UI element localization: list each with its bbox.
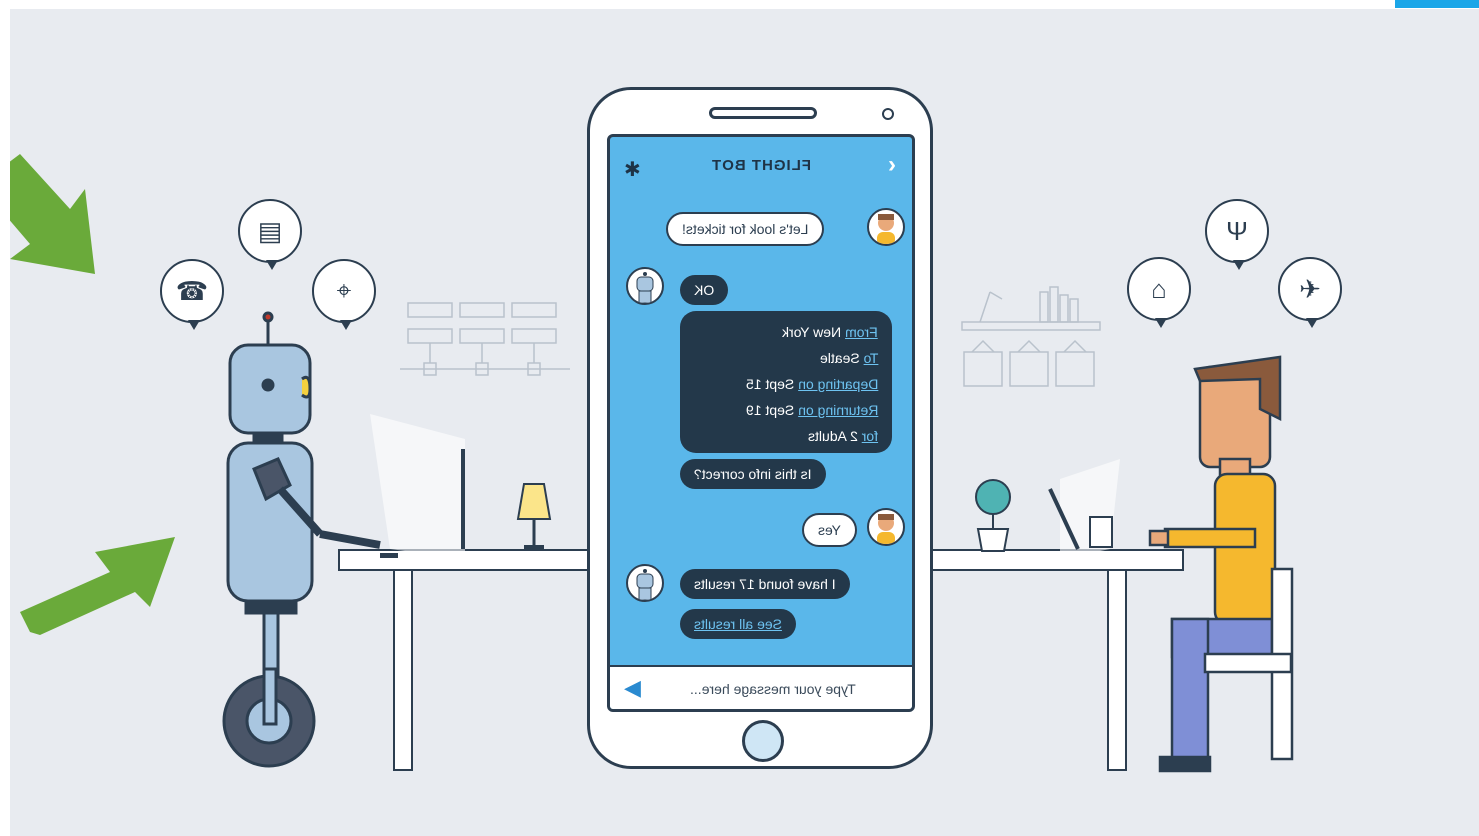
phone-camera: [882, 108, 894, 120]
plant: [975, 479, 1011, 552]
see-all-results-link[interactable]: See all results: [680, 609, 796, 639]
bot-avatar: [626, 267, 664, 305]
phone-speaker: [709, 107, 817, 119]
bot-message-bubble: I have found 17 results: [680, 569, 850, 599]
document-icon: ▤: [238, 199, 302, 270]
restaurant-icon: Ψ: [1205, 199, 1269, 270]
bot-message-bubble: Is this info correct?: [680, 459, 826, 489]
phone-device: ✱ FLIGHT BOT › Let's look for tickets! O…: [587, 87, 933, 769]
home-button[interactable]: [742, 720, 784, 762]
illustration-scene: ☎ ▤ ⌖ ⌂ Ψ ✈ ✱ FLIGHT BOT › Let's look fo…: [10, 9, 1479, 836]
accent-tab: [1395, 0, 1479, 8]
robot-illustration: [222, 311, 465, 768]
desk-lamp: [516, 483, 552, 549]
message-input-bar: ◀ Type your message here...: [610, 665, 912, 709]
bank-icon: ⌂: [1127, 257, 1191, 328]
flight-details-bubble: From New York To Seatle Departing on Sep…: [680, 311, 892, 453]
bot-avatar: [626, 564, 664, 602]
green-arrow-bottom: [20, 537, 175, 635]
green-arrow-top: [10, 154, 95, 274]
user-message-bubble: Let's look for tickets!: [666, 212, 825, 246]
chat-screen: ✱ FLIGHT BOT › Let's look for tickets! O…: [607, 134, 915, 712]
message-input[interactable]: Type your message here...: [690, 681, 856, 697]
airplane-icon: ✈: [1278, 257, 1342, 328]
bot-message-bubble: OK: [680, 275, 729, 305]
chevron-right-icon[interactable]: ›: [888, 151, 896, 179]
send-icon[interactable]: ◀: [624, 675, 641, 701]
chat-title: FLIGHT BOT: [711, 157, 811, 174]
user-message-bubble: Yes: [802, 513, 857, 547]
user-avatar: [867, 508, 905, 546]
man-illustration: [1048, 355, 1294, 773]
user-avatar: [867, 208, 905, 246]
